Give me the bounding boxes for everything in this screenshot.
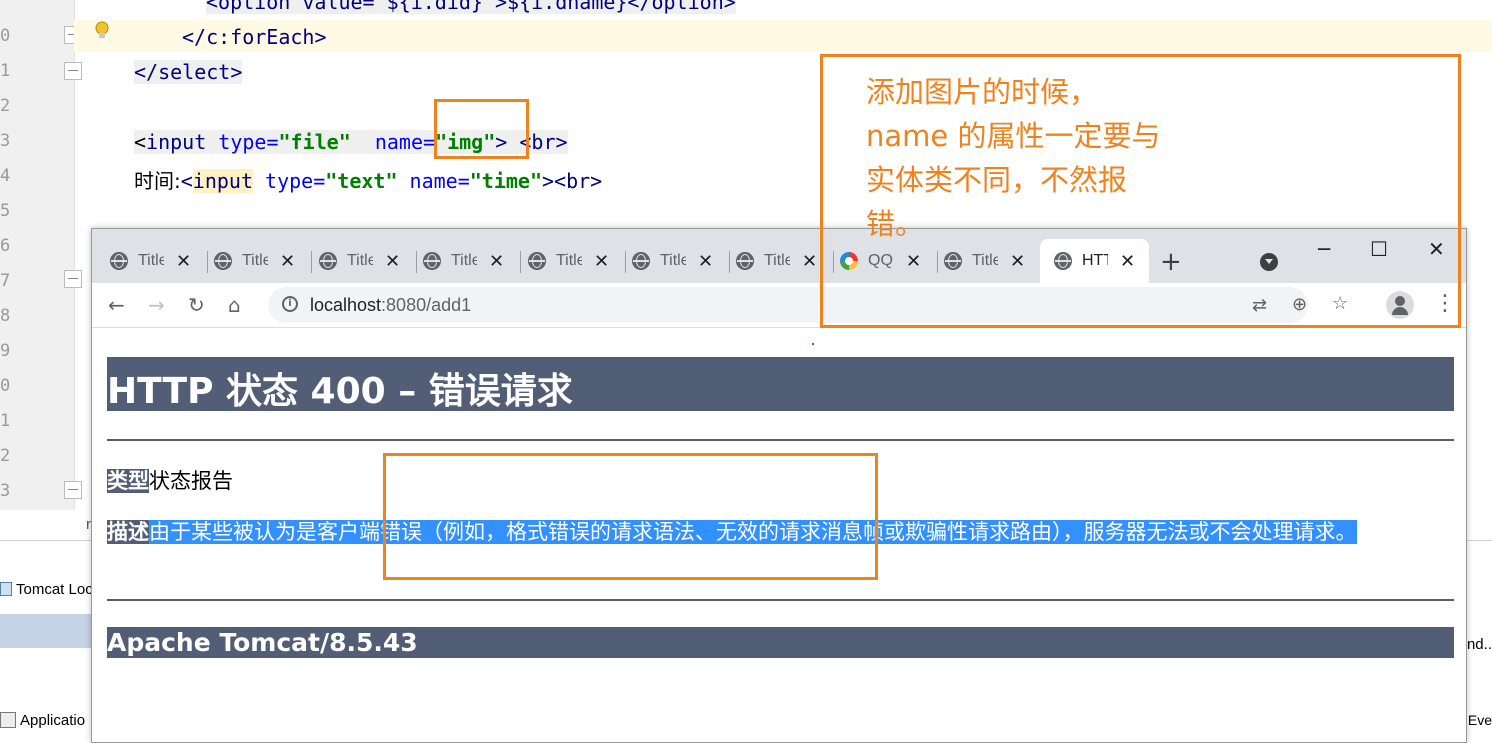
close-tab-icon[interactable]: ✕ bbox=[489, 251, 504, 272]
tab-separator bbox=[520, 251, 521, 273]
line-number: 1 bbox=[0, 411, 11, 431]
browser-tab[interactable]: Title ✕ bbox=[319, 239, 400, 283]
line-number: 2 bbox=[0, 96, 11, 116]
line-number: 1 bbox=[0, 61, 11, 81]
tab-separator bbox=[311, 251, 312, 273]
selected-row-highlight bbox=[0, 614, 92, 648]
globe-icon bbox=[423, 252, 441, 270]
close-tab-icon[interactable]: ✕ bbox=[385, 251, 400, 272]
line-number: 5 bbox=[0, 201, 11, 221]
forward-arrow-icon[interactable]: → bbox=[148, 293, 165, 317]
annotation-box-img-attr bbox=[434, 99, 529, 159]
tab-title: Title bbox=[451, 252, 477, 269]
code-line-input-time[interactable]: 时间:<input type="text" name="time"><br> bbox=[134, 165, 602, 194]
code-line-foreach[interactable]: </c:forEach> bbox=[182, 25, 327, 49]
close-tab-icon[interactable]: ✕ bbox=[280, 251, 295, 272]
tab-title: Title bbox=[347, 252, 373, 269]
line-number: 9 bbox=[0, 341, 11, 361]
lightbulb-icon[interactable] bbox=[92, 20, 112, 42]
tab-separator bbox=[625, 251, 626, 273]
close-tab-icon[interactable]: ✕ bbox=[176, 251, 191, 272]
reload-icon[interactable]: ↻ bbox=[188, 293, 205, 317]
globe-icon bbox=[632, 252, 650, 270]
browser-tab[interactable]: Title ✕ bbox=[528, 239, 609, 283]
line-number: 0 bbox=[0, 376, 11, 396]
back-arrow-icon[interactable]: ← bbox=[108, 293, 125, 317]
application-servers-icon bbox=[0, 712, 16, 728]
close-tab-icon[interactable]: ✕ bbox=[594, 251, 609, 272]
line-number: 6 bbox=[0, 236, 11, 256]
divider-line bbox=[107, 599, 1454, 601]
annotation-box-description bbox=[383, 453, 878, 580]
globe-icon bbox=[528, 252, 546, 270]
tab-separator bbox=[416, 251, 417, 273]
tab-separator bbox=[207, 251, 208, 273]
tab-title: Title bbox=[660, 252, 686, 269]
type-value: 状态报告 bbox=[149, 469, 233, 493]
browser-tab[interactable]: Title ✕ bbox=[110, 239, 191, 283]
tomcat-localhost-tab[interactable]: Tomcat Loc bbox=[0, 577, 93, 601]
red-dot-artifact bbox=[812, 343, 814, 345]
fold-marker-icon[interactable] bbox=[64, 481, 82, 499]
globe-icon bbox=[110, 252, 128, 270]
annotation-note-text: 添加图片的时候， name 的属性一定要与 实体类不同，不然报 错。 bbox=[866, 75, 1161, 241]
close-tab-icon[interactable]: ✕ bbox=[698, 251, 713, 272]
line-number: 4 bbox=[0, 166, 11, 186]
type-label: 类型 bbox=[107, 469, 149, 493]
line-number: 0 bbox=[0, 26, 11, 46]
globe-icon bbox=[319, 252, 337, 270]
site-info-icon[interactable]: i bbox=[282, 296, 298, 312]
line-number: 8 bbox=[0, 306, 11, 326]
application-tab-label: Applicatio bbox=[20, 711, 86, 729]
browser-tab[interactable]: Title ✕ bbox=[214, 239, 295, 283]
divider-line bbox=[107, 439, 1454, 441]
fold-marker-icon[interactable] bbox=[64, 62, 82, 80]
tab-title: Title bbox=[764, 252, 790, 269]
line-number: 3 bbox=[0, 481, 11, 501]
browser-tab[interactable]: Title ✕ bbox=[736, 239, 817, 283]
server-info-bar: Apache Tomcat/8.5.43 bbox=[107, 627, 1454, 658]
line-number: 2 bbox=[0, 446, 11, 466]
close-tab-icon[interactable]: ✕ bbox=[802, 251, 817, 272]
line-number: 7 bbox=[0, 271, 11, 291]
code-line-option[interactable]: <option value="${i.did}">${i.dname}</opt… bbox=[206, 0, 736, 14]
url-text[interactable]: localhost:8080/add1 bbox=[310, 295, 471, 316]
application-servers-tab[interactable]: Applicatio bbox=[0, 708, 85, 732]
tomcat-log-icon bbox=[0, 582, 12, 596]
tomcat-tab-label: Tomcat Loc bbox=[16, 580, 93, 598]
line-number: 3 bbox=[0, 131, 11, 151]
error-heading: HTTP 状态 400 – 错误请求 bbox=[107, 371, 573, 412]
browser-tab[interactable]: Title ✕ bbox=[423, 239, 504, 283]
tab-title: Title bbox=[556, 252, 582, 269]
server-version: Apache Tomcat/8.5.43 bbox=[107, 628, 418, 657]
globe-icon bbox=[214, 252, 232, 270]
fold-marker-icon[interactable] bbox=[64, 270, 82, 288]
globe-icon bbox=[736, 252, 754, 270]
event-log-label: Eve bbox=[1467, 712, 1492, 728]
error-heading-bar: HTTP 状态 400 – 错误请求 bbox=[107, 357, 1454, 412]
right-fragment-text: nd.. bbox=[1466, 636, 1492, 653]
type-line: 类型状态报告 bbox=[107, 465, 233, 495]
code-line-select[interactable]: </select> bbox=[134, 60, 243, 84]
tab-title: Title bbox=[138, 252, 164, 269]
browser-tab[interactable]: Title ✕ bbox=[632, 239, 713, 283]
tab-title: Title bbox=[242, 252, 268, 269]
home-icon[interactable]: ⌂ bbox=[228, 293, 241, 317]
tab-separator bbox=[729, 251, 730, 273]
description-label: 描述 bbox=[107, 520, 149, 544]
